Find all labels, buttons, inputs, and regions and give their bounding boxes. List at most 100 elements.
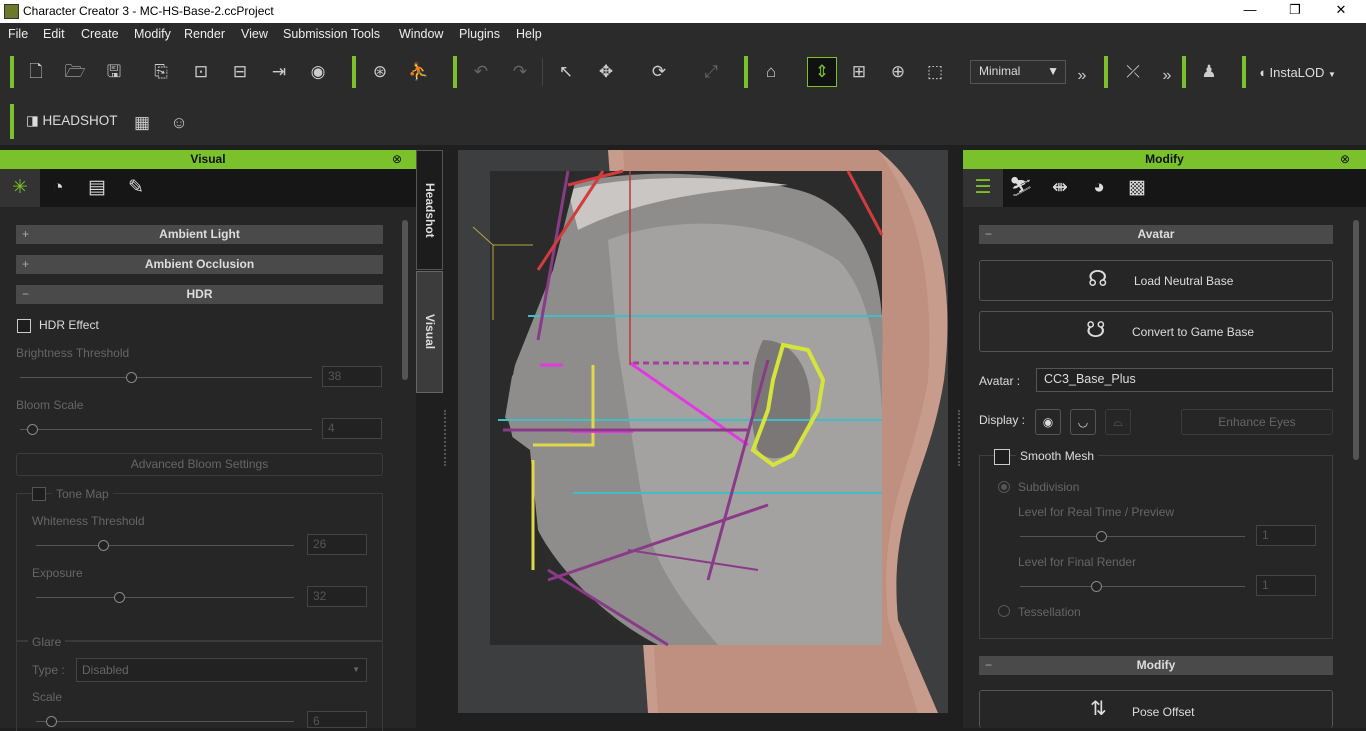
pose-icon[interactable]: ⛹ [405,58,433,86]
character-icon[interactable]: ⊛ [366,58,394,86]
glare-scale-field[interactable]: 6 [307,711,367,728]
convert-game-base-button[interactable]: ☋ Convert to Game Base [979,311,1333,352]
whiteness-threshold-slider[interactable] [36,540,294,551]
smooth-mesh-checkbox[interactable] [994,449,1010,465]
right-scrollbar[interactable] [1353,220,1359,460]
scale-icon[interactable]: ⤢ [697,58,725,86]
glare-scale-slider[interactable] [36,716,294,727]
brightness-threshold-slider[interactable] [20,372,312,383]
tab-headshot[interactable]: Headshot [416,150,443,270]
motion-tab-icon[interactable]: ⛷ [1001,169,1041,207]
rotate-icon[interactable]: ⟳ [645,58,673,86]
motion-icon[interactable]: ⤫ [1119,58,1147,86]
headshot-button[interactable]: ◨ HEADSHOT [26,113,118,129]
splitter-handle[interactable] [958,410,960,466]
atmosphere-tab-icon[interactable]: ◔ [38,169,78,207]
expand-more-icon[interactable]: » [1068,62,1096,90]
effect-tab-icon[interactable]: ✎ [116,169,156,207]
slider-knob[interactable] [98,540,110,551]
cube-view-icon[interactable]: ⬚ [921,58,949,86]
menu-modify[interactable]: Modify [134,27,171,41]
instalod-button[interactable]: ◖ InstaLOD ▼ [1258,65,1336,80]
expand-more-icon[interactable]: » [1153,62,1181,90]
headshot-head-icon[interactable]: ☺ [165,109,193,137]
menu-render[interactable]: Render [184,27,225,41]
ic-export-icon[interactable]: ⊡ [187,58,215,86]
advanced-bloom-settings-button[interactable]: Advanced Bloom Settings [16,453,383,476]
save-icon[interactable]: 🖫 [100,58,128,86]
left-scrollbar[interactable] [402,220,408,380]
select-arrow-icon[interactable]: ↖ [552,58,580,86]
pose-offset-button[interactable]: ⇅ Pose Offset [979,690,1333,728]
level-realtime-slider[interactable] [1020,531,1245,542]
load-neutral-base-button[interactable]: ☊ Load Neutral Base [979,260,1333,301]
menu-help[interactable]: Help [516,27,542,41]
modify-section[interactable]: − Modify [979,656,1333,675]
exposure-field[interactable]: 32 [307,586,367,607]
3d-viewport[interactable] [458,150,948,713]
slider-knob[interactable] [26,424,38,435]
frame-selected-icon[interactable]: ⊞ [845,58,873,86]
level-final-slider[interactable] [1020,581,1245,592]
redo-icon[interactable]: ↷ [506,58,534,86]
ambient-occlusion-section[interactable]: + Ambient Occlusion [16,255,383,274]
minimize-button[interactable]: — [1240,2,1260,20]
export-icon[interactable]: ⇥ [265,58,293,86]
slider-knob[interactable] [113,592,125,603]
new-file-icon[interactable]: 🗋 [22,58,50,86]
slider-knob[interactable] [1091,581,1102,592]
undo-icon[interactable]: ↶ [467,58,495,86]
subdivision-radio[interactable] [998,481,1010,493]
brightness-threshold-field[interactable]: 38 [322,366,382,387]
ambient-light-section[interactable]: + Ambient Light [16,225,383,244]
enhance-eyes-button[interactable]: Enhance Eyes [1181,409,1333,435]
usd-export-icon[interactable]: ⊟ [226,58,254,86]
menu-submission-tools[interactable]: Submission Tools [283,27,380,41]
menu-create[interactable]: Create [81,27,119,41]
avatar-name-field[interactable]: CC3_Base_Plus [1036,368,1333,392]
avatar-tool-icon[interactable]: ♟ [1195,58,1223,86]
headshot-generate-icon[interactable]: ▦ [128,109,156,137]
bloom-scale-slider[interactable] [20,424,312,435]
material-tab-icon[interactable]: ▤ [77,169,117,207]
menu-window[interactable]: Window [399,27,443,41]
display-teeth-icon[interactable]: ◡ [1070,409,1096,435]
menu-plugins[interactable]: Plugins [459,27,500,41]
move-icon[interactable]: ✥ [592,58,620,86]
tone-map-checkbox[interactable] [32,487,46,501]
fit-view-icon[interactable]: ⇕ [807,57,837,87]
tab-visual[interactable]: Visual [416,271,443,393]
morph-tab-icon[interactable]: ⇼ [1040,169,1080,207]
avatar-section[interactable]: − Avatar [979,225,1333,244]
close-window-button[interactable]: ✕ [1331,2,1351,20]
splitter-handle[interactable] [444,410,446,466]
menu-edit[interactable]: Edit [43,27,65,41]
menu-view[interactable]: View [241,27,268,41]
sliders-tab-icon[interactable]: ☰ [963,169,1003,207]
level-realtime-field[interactable]: 1 [1256,525,1316,546]
menu-file[interactable]: File [8,27,28,41]
level-final-field[interactable]: 1 [1256,575,1316,596]
slider-knob[interactable] [125,372,137,383]
close-panel-icon[interactable]: ⊗ [392,150,402,169]
exposure-slider[interactable] [36,592,294,603]
hdr-effect-checkbox[interactable] [17,319,31,333]
home-icon[interactable]: ⌂ [757,58,785,86]
display-eye-icon[interactable]: ◉ [1035,409,1061,435]
slider-knob[interactable] [1096,531,1107,542]
glare-type-dropdown[interactable]: Disabled ▼ [76,658,367,682]
close-panel-icon[interactable]: ⊗ [1340,150,1350,169]
light-tab-icon[interactable]: ✳ [0,169,40,207]
hdr-section[interactable]: − HDR [16,285,383,304]
restore-button[interactable]: ❐ [1285,2,1305,20]
camera-icon[interactable]: ⊕ [884,58,912,86]
import-icon[interactable]: ⎘ [147,58,175,86]
texture-tab-icon[interactable]: ▩ [1117,169,1157,207]
bloom-scale-field[interactable]: 4 [322,418,382,439]
display-tongue-icon[interactable]: ⌓ [1105,409,1131,435]
whiteness-threshold-field[interactable]: 26 [307,534,367,555]
tessellation-radio[interactable] [998,605,1010,617]
view-mode-dropdown[interactable]: Minimal ▼ [970,60,1066,84]
preview-icon[interactable]: ◉ [304,58,332,86]
palette-tab-icon[interactable]: ◕ [1079,169,1119,207]
